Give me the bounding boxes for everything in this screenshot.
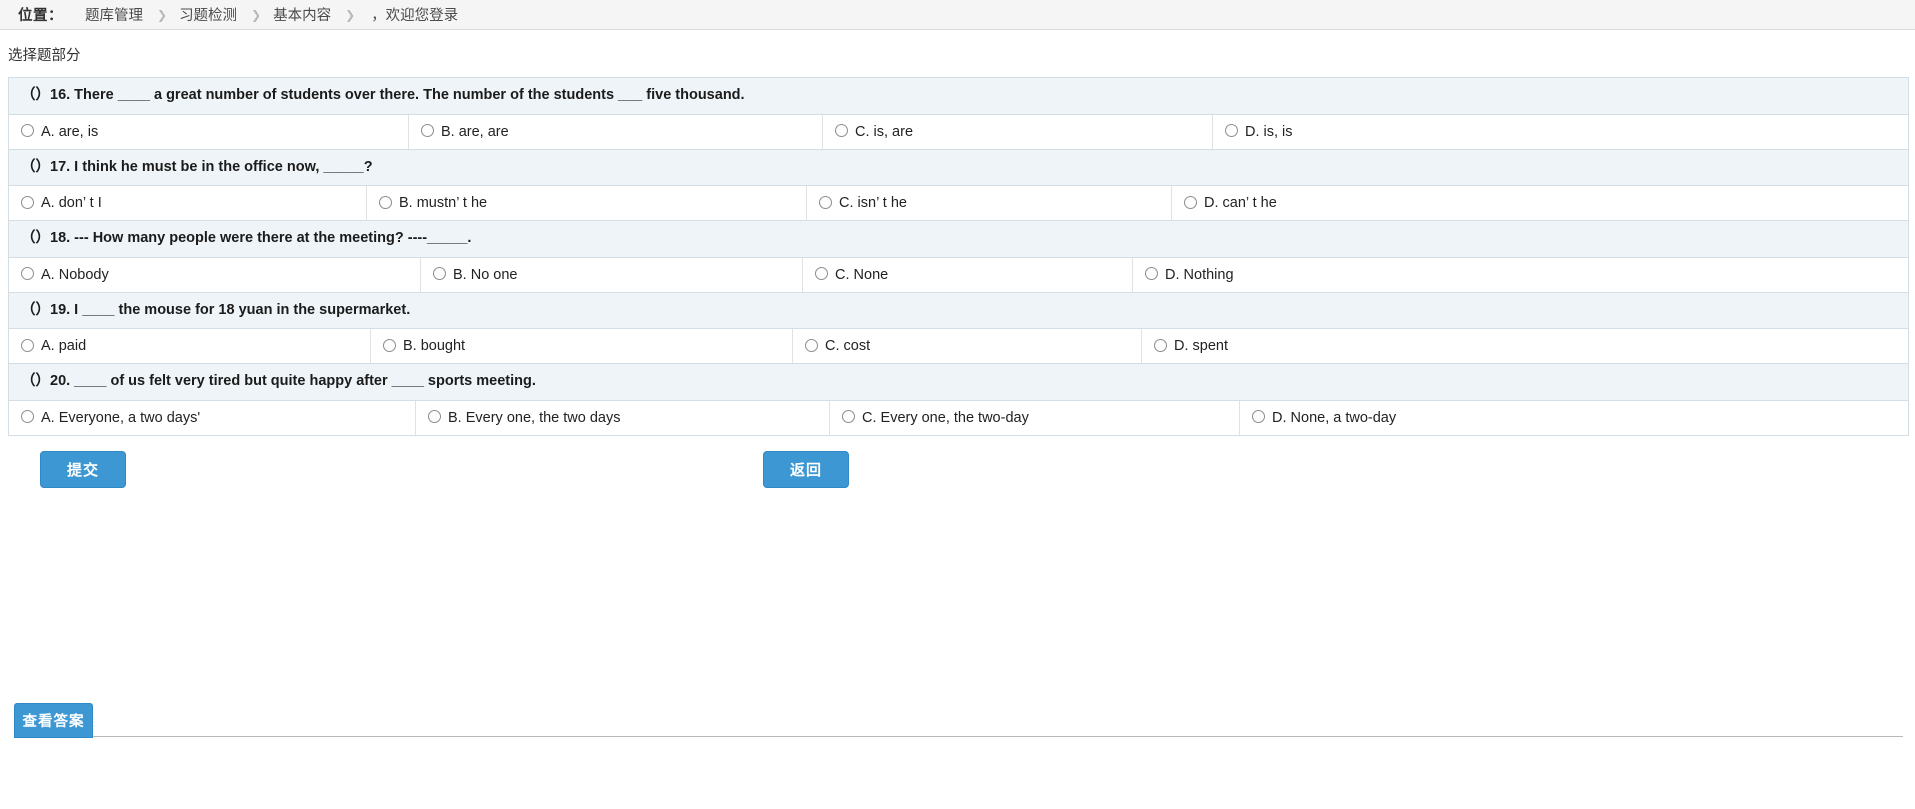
divider [14,736,1903,737]
option-cell-b[interactable]: B. bought [371,329,793,364]
radio-icon[interactable] [819,195,832,209]
radio-icon[interactable] [21,124,34,138]
breadcrumb-item-1[interactable]: 题库管理 [85,4,143,25]
radio-icon[interactable] [842,410,855,424]
option-cell-c[interactable]: C. Every one, the two-day [830,400,1240,435]
option-label: C. isn’ t he [839,195,907,212]
option-label: D. can’ t he [1204,195,1277,212]
option-cell-d[interactable]: D. can’ t he [1172,186,1908,220]
option-label: B. are, are [441,123,509,140]
option-label: D. None, a two-day [1272,409,1397,426]
option-cell-d[interactable]: D. Nothing [1133,258,1908,292]
radio-icon[interactable] [835,124,848,138]
option-label: D. is, is [1245,123,1293,140]
option-label: B. mustn’ t he [399,195,488,212]
radio-icon[interactable] [21,338,34,352]
option-row: A. don’ t I B. mustn’ t he C. isn’ t he … [9,186,1908,222]
view-answer-button[interactable]: 查看答案 [14,703,93,738]
radio-icon[interactable] [1145,267,1158,281]
radio-icon[interactable] [1184,195,1197,209]
radio-icon[interactable] [1252,410,1265,424]
option-label: C. None [835,266,889,283]
option-label: A. Everyone, a two days' [41,409,201,426]
option-cell-d[interactable]: D. is, is [1213,115,1908,149]
breadcrumb-item-3[interactable]: 基本内容 [273,4,331,25]
option-cell-c[interactable]: C. None [803,257,1133,292]
quiz-table: （）16. There ____ a great number of stude… [8,77,1909,436]
question-text: （）19. I ____ the mouse for 18 yuan in th… [9,292,1908,330]
option-cell-b[interactable]: B. are, are [409,114,823,149]
radio-icon[interactable] [1225,124,1238,138]
option-label: A. paid [41,338,87,355]
chevron-right-icon: ❯ [157,7,168,22]
page-title: 选择题部分 [8,48,81,64]
option-cell-a[interactable]: A. Everyone, a two days' [9,400,416,435]
option-cell-d[interactable]: D. None, a two-day [1240,401,1908,435]
option-cell-a[interactable]: A. Nobody [9,257,421,292]
option-cell-b[interactable]: B. No one [421,257,803,292]
option-label: D. spent [1174,338,1228,355]
question-text: （）17. I think he must be in the office n… [9,149,1908,187]
option-cell-d[interactable]: D. spent [1142,329,1908,363]
chevron-right-icon: ❯ [345,7,356,22]
radio-icon[interactable] [421,124,434,138]
radio-icon[interactable] [815,267,828,281]
option-label: D. Nothing [1165,266,1234,283]
option-cell-a[interactable]: A. don’ t I [9,186,367,221]
radio-icon[interactable] [1154,338,1167,352]
option-row: A. Nobody B. No one C. None D. Nothing [9,257,1908,293]
breadcrumb-item-2[interactable]: 习题检测 [179,4,237,25]
option-cell-c[interactable]: C. is, are [823,114,1213,149]
option-cell-b[interactable]: B. Every one, the two days [416,400,830,435]
breadcrumb: 位置： 题库管理 ❯ 习题检测 ❯ 基本内容 ❯ ，欢迎您登录 [0,0,1915,30]
question-text: （）20. ____ of us felt very tired but qui… [9,364,1908,401]
action-bar: 提交 返回 [0,436,1915,498]
option-row: A. Everyone, a two days' B. Every one, t… [9,400,1908,436]
radio-icon[interactable] [433,267,446,281]
submit-button[interactable]: 提交 [40,450,126,488]
question-text: （）18. --- How many people were there at … [9,221,1908,258]
answer-bar: 查看答案 [0,700,1915,740]
option-cell-b[interactable]: B. mustn’ t he [367,186,807,221]
question-text: （）16. There ____ a great number of stude… [9,78,1908,115]
radio-icon[interactable] [805,338,818,352]
radio-icon[interactable] [383,338,396,352]
breadcrumb-welcome-text: ，欢迎您登录 [371,8,459,24]
radio-icon[interactable] [21,267,34,281]
radio-icon[interactable] [379,195,392,209]
option-label: B. No one [453,266,518,283]
option-cell-c[interactable]: C. isn’ t he [807,186,1172,221]
option-label: B. bought [403,338,466,355]
option-label: A. don’ t I [41,195,102,212]
radio-icon[interactable] [428,410,441,424]
radio-icon[interactable] [21,410,34,424]
option-cell-a[interactable]: A. paid [9,329,371,364]
option-label: A. Nobody [41,266,109,283]
chevron-right-icon: ❯ [251,7,262,22]
option-label: B. Every one, the two days [448,409,621,426]
option-cell-c[interactable]: C. cost [793,329,1142,364]
back-button[interactable]: 返回 [763,450,849,488]
option-label: A. are, is [41,123,99,140]
option-row: A. are, is B. are, are C. is, are D. is,… [9,114,1908,150]
option-label: C. is, are [855,123,914,140]
option-label: C. cost [825,338,871,355]
option-cell-a[interactable]: A. are, is [9,114,409,149]
radio-icon[interactable] [21,195,34,209]
page-root: 位置： 题库管理 ❯ 习题检测 ❯ 基本内容 ❯ ，欢迎您登录 选择题部分 （）… [0,0,1915,809]
option-label: C. Every one, the two-day [862,409,1029,426]
option-row: A. paid B. bought C. cost D. spent [9,329,1908,365]
breadcrumb-label: 位置： [18,8,63,24]
